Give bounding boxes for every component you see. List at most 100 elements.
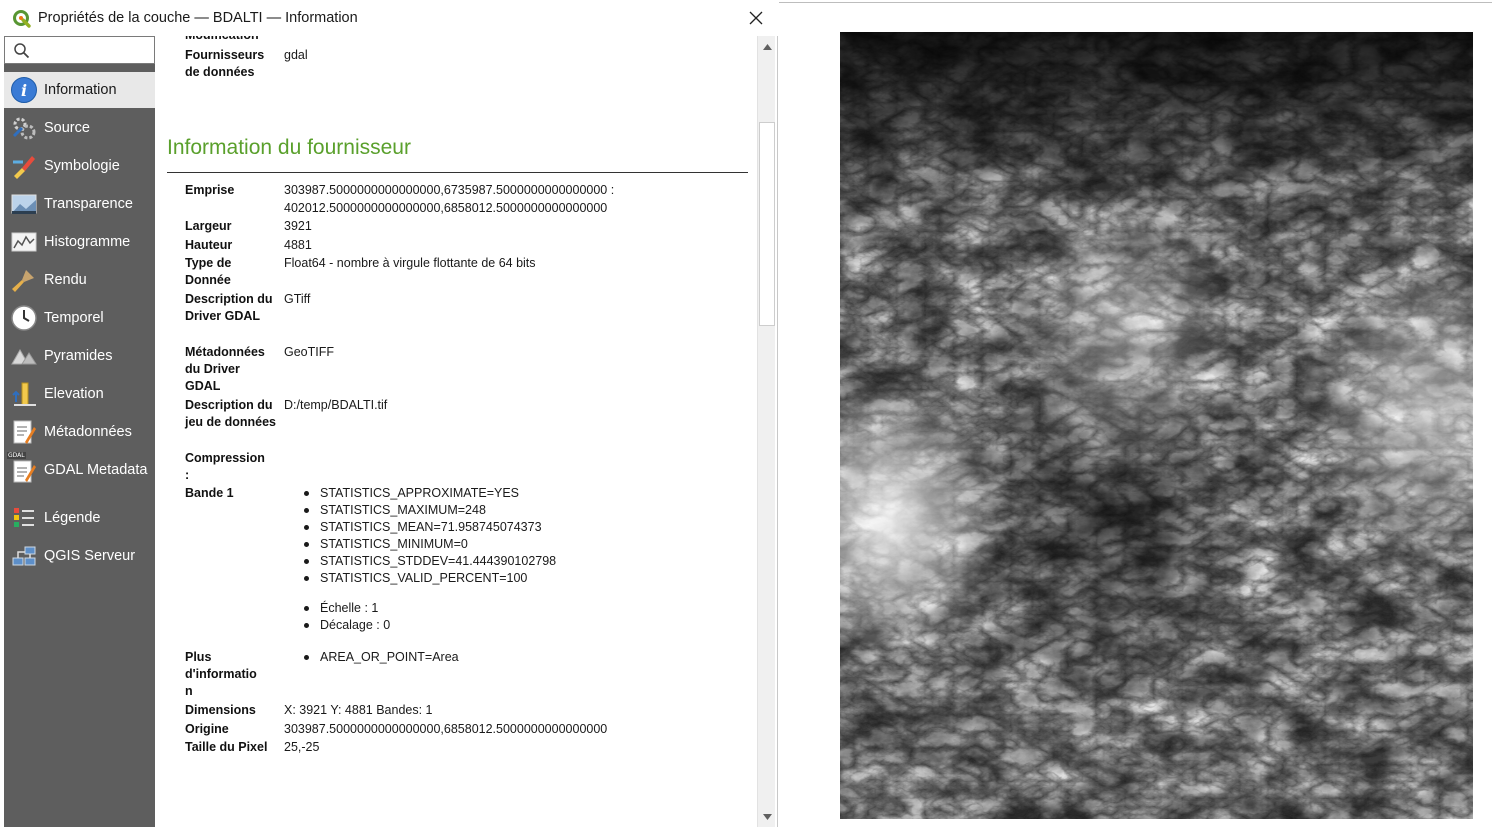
sidebar-item-label: Pyramides <box>44 348 113 364</box>
providers-key: Fournisseurs de données <box>185 48 265 79</box>
type-value: Float64 - nombre à virgule flottante de … <box>284 256 536 270</box>
band-stats-list: STATISTICS_APPROXIMATE=YES STATISTICS_MA… <box>284 485 744 587</box>
sidebar-item-histogramme[interactable]: Histogramme <box>4 224 155 260</box>
sidebar-item-label: Information <box>44 82 117 98</box>
dimensions-key: Dimensions <box>185 703 256 717</box>
list-item: Échelle : 1 <box>284 600 744 617</box>
partial-heading: Modification <box>185 36 277 44</box>
sidebar-item-transparence[interactable]: Transparence <box>4 186 155 222</box>
largeur-key: Largeur <box>185 219 232 233</box>
sidebar-item-legende[interactable]: Légende <box>4 500 155 536</box>
sidebar-item-source[interactable]: Source <box>4 110 155 146</box>
close-button[interactable] <box>744 6 768 30</box>
scroll-up-button[interactable] <box>760 40 774 54</box>
dataset-desc-key: Description du jeu de données <box>185 398 276 429</box>
svg-text:i: i <box>21 81 27 100</box>
emprise-line-1: 303987.5000000000000000,6735987.50000000… <box>284 183 615 197</box>
list-item: STATISTICS_VALID_PERCENT=100 <box>284 570 744 587</box>
metadata-icon <box>9 417 39 447</box>
list-item: STATISTICS_STDDEV=41.444390102798 <box>284 553 744 570</box>
render-brush-icon <box>9 265 39 295</box>
list-item: AREA_OR_POINT=Area <box>284 649 744 666</box>
map-canvas[interactable] <box>779 0 1492 827</box>
plus-info-list: AREA_OR_POINT=Area <box>284 649 744 666</box>
band-scale-list: Échelle : 1 Décalage : 0 <box>284 600 744 634</box>
type-key: Type de Donnée <box>185 256 232 287</box>
pixel-size-key: Taille du Pixel <box>185 740 268 754</box>
dimensions-value: X: 3921 Y: 4881 Bandes: 1 <box>284 703 433 717</box>
elevation-icon <box>9 379 39 409</box>
sidebar-item-label: Métadonnées <box>44 424 132 440</box>
sidebar-item-pyramides[interactable]: Pyramides <box>4 338 155 374</box>
qgis-logo-icon <box>13 10 31 28</box>
sidebar-item-label: Rendu <box>44 272 87 288</box>
largeur-value: 3921 <box>284 219 312 233</box>
window-title: Propriétés de la couche — BDALTI — Infor… <box>38 10 358 26</box>
close-icon <box>749 11 763 25</box>
hauteur-key: Hauteur <box>185 238 233 252</box>
sidebar-item-label: Temporel <box>44 310 104 326</box>
list-item: STATISTICS_MAXIMUM=248 <box>284 502 744 519</box>
sidebar-item-label: QGIS Serveur <box>44 548 136 564</box>
symbology-brush-icon <box>9 151 39 181</box>
layer-properties-dialog: Propriétés de la couche — BDALTI — Infor… <box>0 0 778 827</box>
sidebar-item-temporel[interactable]: Temporel <box>4 300 155 336</box>
clock-icon <box>9 303 39 333</box>
hauteur-value: 4881 <box>284 238 312 252</box>
gdal-badge: GDAL <box>7 452 26 459</box>
dataset-desc-value: D:/temp/BDALTI.tif <box>284 398 388 412</box>
vertical-scrollbar[interactable] <box>757 36 775 827</box>
information-panel: Modification Fournisseurs de données gda… <box>155 36 757 827</box>
sidebar-item-label: Légende <box>44 510 101 526</box>
search-field[interactable] <box>4 36 155 64</box>
legend-icon <box>9 503 39 533</box>
sidebar-item-information[interactable]: i Information <box>4 72 155 108</box>
scroll-thumb[interactable] <box>759 122 775 326</box>
sidebar-item-label: Histogramme <box>44 234 131 250</box>
bande1-value: STATISTICS_APPROXIMATE=YES STATISTICS_MA… <box>284 485 744 634</box>
plus-info-key: Plus d'informatio n <box>185 650 257 698</box>
sidebar-item-gdal-metadata[interactable]: GDAL GDAL Metadata <box>4 452 155 488</box>
chevron-up-icon <box>762 44 772 50</box>
emprise-value: 303987.5000000000000000,6735987.50000000… <box>284 182 744 217</box>
section-title: Information du fournisseur <box>167 136 411 159</box>
sidebar-item-label: Transparence <box>44 196 133 212</box>
origine-value: 303987.5000000000000000,6858012.50000000… <box>284 722 608 736</box>
sidebar-item-qgis-serveur[interactable]: QGIS Serveur <box>4 538 155 574</box>
chevron-down-icon <box>762 814 772 820</box>
search-input[interactable] <box>33 39 151 61</box>
histogram-icon <box>9 227 39 257</box>
source-gear-icon <box>9 113 39 143</box>
search-icon <box>14 43 30 59</box>
list-item: STATISTICS_MINIMUM=0 <box>284 536 744 553</box>
sidebar-item-elevation[interactable]: Elevation <box>4 376 155 412</box>
sidebar-item-metadonnees[interactable]: Métadonnées <box>4 414 155 450</box>
section-divider <box>167 172 748 173</box>
scroll-down-button[interactable] <box>760 810 774 824</box>
server-icon <box>9 541 39 571</box>
pixel-size-value: 25,-25 <box>284 740 320 754</box>
elevation-raster[interactable] <box>840 32 1473 819</box>
plus-info-value: AREA_OR_POINT=Area <box>284 649 744 666</box>
info-icon: i <box>9 75 39 105</box>
origine-key: Origine <box>185 722 229 736</box>
emprise-key: Emprise <box>185 183 235 197</box>
driver-meta-value: GeoTIFF <box>284 345 335 359</box>
emprise-line-2: 402012.5000000000000000,6858012.50000000… <box>284 200 608 215</box>
driver-meta-key: Métadonnées du Driver GDAL <box>185 345 265 393</box>
compression-key: Compression : <box>185 451 265 482</box>
providers-value: gdal <box>284 48 308 62</box>
sidebar: i Information Source Symbologie Transpar… <box>4 36 155 827</box>
sidebar-item-rendu[interactable]: Rendu <box>4 262 155 298</box>
pyramids-icon <box>9 341 39 371</box>
driver-desc-value: GTiff <box>284 292 311 306</box>
gdal-metadata-icon: GDAL <box>7 452 39 485</box>
sidebar-item-label: GDAL Metadata <box>44 462 148 478</box>
sidebar-item-label: Elevation <box>44 386 104 402</box>
list-item: Décalage : 0 <box>284 617 744 634</box>
title-bar: Propriétés de la couche — BDALTI — Infor… <box>0 0 778 36</box>
sidebar-item-label: Source <box>44 120 90 136</box>
sidebar-item-symbologie[interactable]: Symbologie <box>4 148 155 184</box>
driver-desc-key: Description du Driver GDAL <box>185 292 273 323</box>
bande1-key: Bande 1 <box>185 486 234 500</box>
